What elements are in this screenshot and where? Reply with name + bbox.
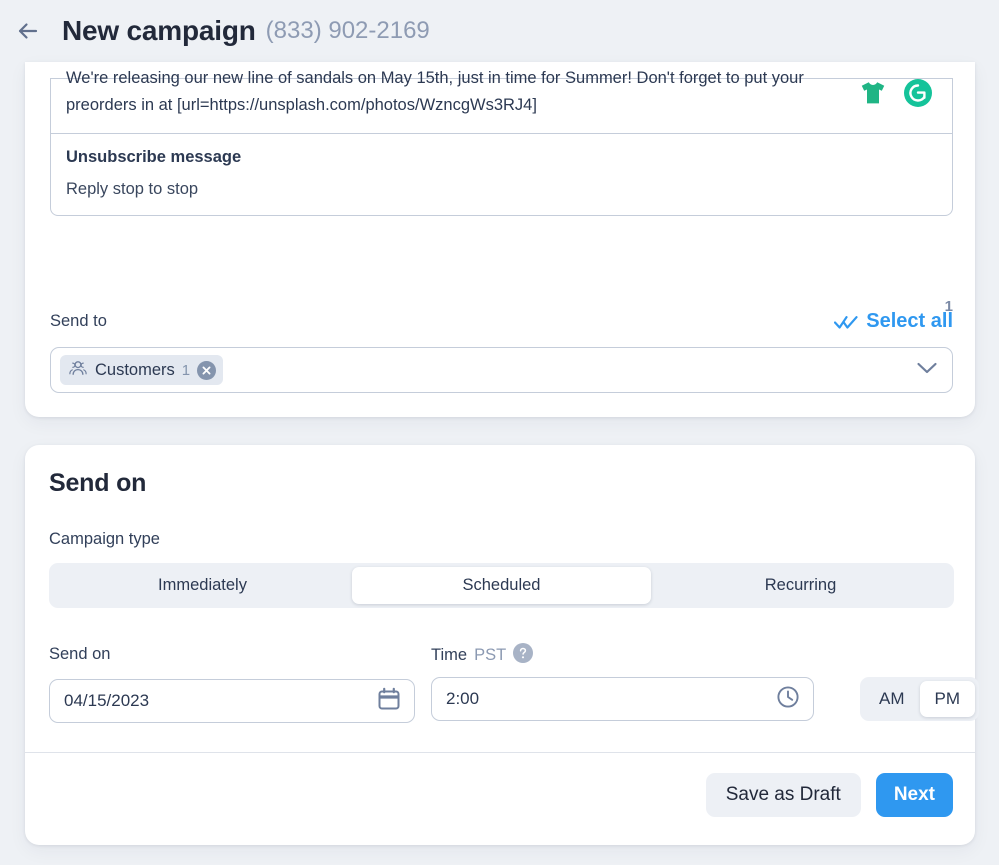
send-on-card: Send on Campaign type Immediately Schedu… [25, 445, 975, 845]
message-editor-box: We're releasing our new line of sandals … [50, 78, 953, 216]
meridiem-pm[interactable]: PM [920, 681, 976, 717]
campaign-type-recurring[interactable]: Recurring [651, 567, 950, 604]
time-label: Time [431, 646, 467, 665]
arrow-left-icon [15, 18, 41, 44]
meridiem-toggle: AM PM [860, 677, 979, 721]
recipient-chip: Customers 1 [60, 355, 223, 385]
recipient-chip-count: 1 [182, 362, 190, 379]
page-title: New campaign [62, 15, 256, 47]
message-body[interactable]: We're releasing our new line of sandals … [51, 65, 952, 133]
unsubscribe-text: Reply stop to stop [66, 180, 936, 199]
send-on-time-input[interactable]: 2:00 [431, 677, 814, 721]
select-all-label: Select all [866, 310, 953, 333]
people-group-icon [68, 359, 88, 382]
back-button[interactable] [8, 11, 48, 51]
timezone-label: PST [474, 646, 506, 665]
recipient-chip-label: Customers [95, 361, 175, 380]
campaign-phone-number: (833) 902-2169 [266, 17, 430, 45]
save-as-draft-button[interactable]: Save as Draft [706, 773, 861, 817]
unsubscribe-title: Unsubscribe message [66, 148, 936, 167]
calendar-icon[interactable] [376, 686, 402, 717]
next-button[interactable]: Next [876, 773, 953, 817]
unsubscribe-block: Unsubscribe message Reply stop to stop [51, 134, 952, 215]
campaign-type-segmented-control: Immediately Scheduled Recurring [49, 563, 954, 608]
message-text[interactable]: We're releasing our new line of sandals … [66, 65, 936, 119]
send-to-label: Send to [50, 312, 107, 331]
editor-icons [858, 77, 934, 109]
campaign-type-label: Campaign type [49, 530, 160, 549]
double-check-icon [834, 314, 858, 330]
send-on-date-label: Send on [49, 645, 110, 664]
select-all-button[interactable]: Select all [834, 310, 953, 333]
send-on-date-value: 04/15/2023 [64, 691, 149, 711]
send-to-select[interactable]: Customers 1 [50, 347, 953, 393]
campaign-type-scheduled[interactable]: Scheduled [352, 567, 651, 604]
clock-icon[interactable] [775, 684, 801, 715]
page-header: New campaign (833) 902-2169 [0, 0, 999, 62]
campaign-type-immediately[interactable]: Immediately [53, 567, 352, 604]
time-label-group: Time PST [431, 643, 533, 668]
grammarly-icon[interactable] [902, 77, 934, 109]
send-on-title: Send on [49, 469, 146, 498]
footer-actions: Save as Draft Next [706, 773, 953, 817]
tshirt-icon[interactable] [858, 78, 888, 108]
close-circle-icon[interactable] [197, 361, 216, 380]
send-to-row: Send to Select all [50, 310, 953, 333]
meridiem-am[interactable]: AM [864, 681, 920, 717]
send-on-time-value: 2:00 [446, 689, 479, 709]
question-circle-icon[interactable] [513, 643, 533, 668]
footer-divider [25, 752, 975, 753]
chevron-down-icon[interactable] [916, 361, 938, 380]
message-card: We're releasing our new line of sandals … [25, 62, 975, 417]
send-on-date-input[interactable]: 04/15/2023 [49, 679, 415, 723]
